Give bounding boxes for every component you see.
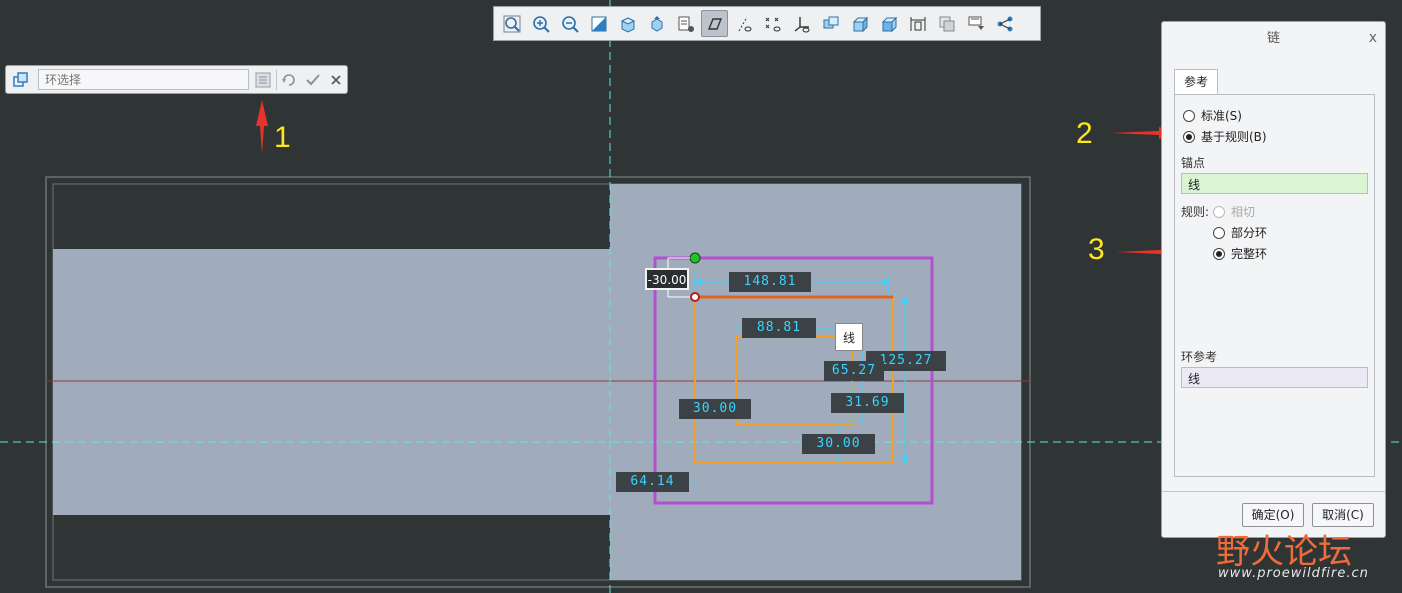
- zoom-in-button[interactable]: [527, 10, 554, 37]
- dialog-footer-divider: [1162, 491, 1385, 492]
- rule-partial-loop[interactable]: 部分环: [1213, 224, 1267, 241]
- rule-label: 规则:: [1181, 205, 1210, 219]
- dimension-display-button[interactable]: [904, 10, 931, 37]
- radio-standard-circle[interactable]: [1183, 109, 1195, 122]
- shaded-icon: [852, 16, 868, 32]
- annotation-number-3: 3: [1088, 233, 1105, 266]
- dimension-label[interactable]: 148.81: [729, 272, 811, 292]
- dialog-title: 链: [1266, 31, 1280, 46]
- toolbar-separator: [276, 70, 277, 90]
- datum-axis-display-icon: [738, 16, 751, 31]
- radio-rule-based[interactable]: 基于规则(B): [1183, 128, 1267, 145]
- graphics-toolbar: [493, 6, 1041, 41]
- view-manager-icon: [651, 15, 662, 32]
- point-display-icon: [765, 17, 780, 31]
- ok-check-icon[interactable]: [304, 71, 322, 89]
- dimension-label[interactable]: 65.27: [824, 361, 884, 381]
- constraint-display-button[interactable]: [933, 10, 960, 37]
- grid-display-icon: [968, 16, 984, 30]
- dimension-label[interactable]: 31.69: [831, 393, 904, 413]
- loop-ref-field[interactable]: 线: [1181, 367, 1368, 388]
- csys-display-button[interactable]: [788, 10, 815, 37]
- view-manager-button[interactable]: [643, 10, 670, 37]
- sketch-view-button[interactable]: [701, 10, 728, 37]
- dimension-label[interactable]: 88.81: [742, 318, 816, 338]
- display-style-button[interactable]: [672, 10, 699, 37]
- sketch-view-icon: [707, 17, 722, 30]
- radio-rule-based-circle[interactable]: [1183, 130, 1195, 143]
- offset-value-box[interactable]: -30.00: [645, 268, 689, 290]
- saved-orientation-button[interactable]: [614, 10, 641, 37]
- cancel-x-icon[interactable]: [327, 71, 345, 89]
- loop-start-point: [690, 292, 700, 302]
- datum-axis-display-button[interactable]: [730, 10, 757, 37]
- dialog-close-button[interactable]: x: [1369, 30, 1377, 46]
- offset-drag-handle: [689, 252, 701, 264]
- csys-display-icon: [794, 16, 809, 32]
- rule-tangent-circle: [1213, 205, 1225, 218]
- repaint-icon: [591, 16, 606, 31]
- annotation-display-icon: [823, 16, 838, 28]
- chain-dialog: 链 x 参考 标准(S) 基于规则(B) 锚点 线 规则: 相切 部分环 完整环…: [1161, 21, 1386, 538]
- rule-tangent-label: 相切: [1231, 205, 1256, 219]
- radio-standard[interactable]: 标准(S): [1183, 107, 1242, 124]
- loop-select-input[interactable]: [38, 69, 249, 90]
- details-list-icon[interactable]: [254, 71, 272, 89]
- zoom-out-button[interactable]: [556, 10, 583, 37]
- pause-icon[interactable]: [280, 71, 298, 89]
- rule-partial-loop-circle[interactable]: [1213, 226, 1225, 239]
- tab-references[interactable]: 参考: [1174, 69, 1218, 96]
- zoom-out-icon: [561, 15, 579, 33]
- zoom-fit-button[interactable]: [498, 10, 525, 37]
- chain-collector-icon[interactable]: [12, 71, 30, 89]
- vertex-display-button[interactable]: [991, 10, 1018, 37]
- zoom-fit-icon: [503, 15, 520, 32]
- vertex-display-icon: [997, 16, 1012, 31]
- anchor-field[interactable]: 线: [1181, 173, 1368, 194]
- rule-complete-loop-label: 完整环: [1231, 247, 1268, 261]
- right-surface: [610, 184, 1021, 580]
- annotation-number-1: 1: [274, 121, 291, 154]
- watermark-url: www.proewildfire.cn: [1218, 566, 1369, 581]
- arrow-1: [256, 100, 268, 154]
- rule-complete-loop[interactable]: 完整环: [1213, 245, 1267, 262]
- radio-rule-based-label: 基于规则(B): [1201, 130, 1267, 144]
- dimension-label[interactable]: 30.00: [679, 399, 751, 419]
- radio-standard-label: 标准(S): [1201, 109, 1242, 123]
- rule-partial-loop-label: 部分环: [1231, 226, 1268, 240]
- dimension-display-icon: [910, 16, 925, 31]
- chain-selection-bar: [5, 65, 348, 94]
- annotation-number-2: 2: [1076, 117, 1093, 150]
- left-surface: [53, 249, 610, 515]
- zoom-in-icon: [532, 15, 550, 33]
- loop-ref-label: 环参考: [1181, 350, 1218, 364]
- annotation-display-button[interactable]: [817, 10, 844, 37]
- wireframe-icon: [881, 16, 897, 32]
- saved-orientation-icon: [620, 16, 635, 33]
- rule-tangent: 相切: [1213, 203, 1255, 220]
- shaded-button[interactable]: [846, 10, 873, 37]
- display-style-icon: [678, 16, 694, 32]
- point-display-button[interactable]: [759, 10, 786, 37]
- dimension-label[interactable]: 64.14: [616, 472, 689, 492]
- constraint-display-icon: [939, 16, 954, 31]
- anchor-label: 锚点: [1181, 156, 1206, 170]
- grid-display-button[interactable]: [962, 10, 989, 37]
- references-panel: 标准(S) 基于规则(B) 锚点 线 规则: 相切 部分环 完整环 环参考 线: [1174, 94, 1375, 477]
- repaint-button[interactable]: [585, 10, 612, 37]
- dimension-label[interactable]: 30.00: [802, 434, 875, 454]
- rule-complete-loop-circle[interactable]: [1213, 247, 1225, 260]
- entity-tooltip: 线: [835, 323, 863, 351]
- wireframe-button[interactable]: [875, 10, 902, 37]
